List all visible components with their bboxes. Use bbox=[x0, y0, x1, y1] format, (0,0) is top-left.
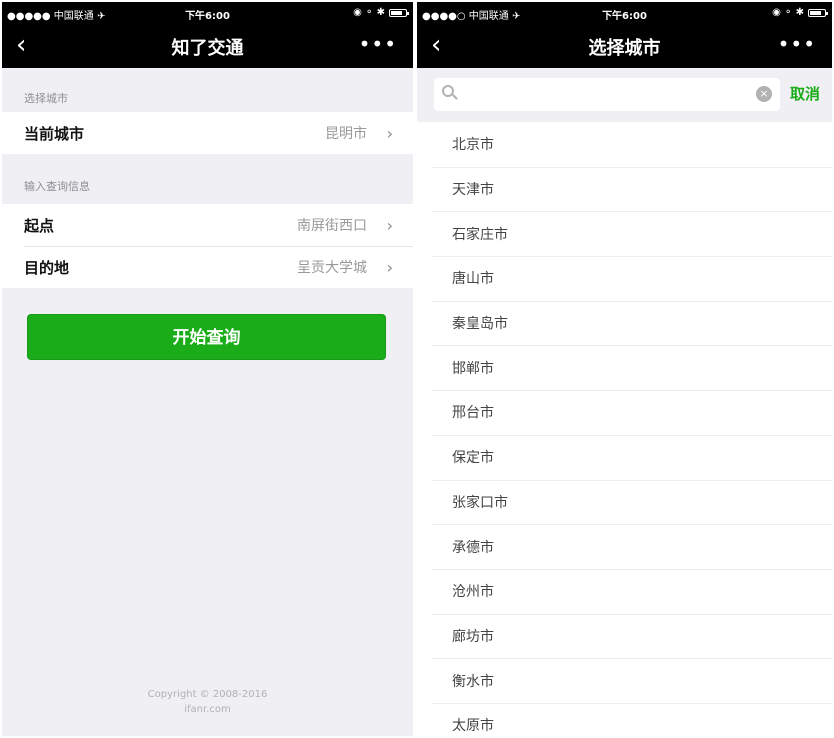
current-city-cell[interactable]: 当前城市 昆明市 › bbox=[2, 112, 413, 154]
origin-cell[interactable]: 起点 南屏街西口 › bbox=[2, 204, 413, 246]
city-list-item[interactable]: 秦皇岛市 bbox=[417, 300, 832, 346]
city-list-item[interactable]: 唐山市 bbox=[417, 256, 832, 301]
section-title-city: 选择城市 bbox=[24, 92, 68, 105]
page-title: 知了交通 bbox=[171, 38, 244, 59]
right-screen: ●●●●○ 中国联通 ✈ 下午6:00 ◉ ⚬ ✱ ‹ 选择城市 ••• × 取… bbox=[417, 2, 832, 736]
status-bar: ●●●●○ 中国联通 ✈ 下午6:00 ◉ ⚬ ✱ bbox=[417, 2, 832, 24]
cell-label: 起点 bbox=[24, 216, 55, 235]
status-icons-text: ◉ ⚬ ✱ bbox=[353, 7, 385, 18]
cell-value: 南屏街西口 bbox=[297, 218, 367, 234]
status-time: 下午6:00 bbox=[602, 11, 647, 22]
chevron-right-icon: › bbox=[386, 215, 393, 235]
search-box: × bbox=[434, 78, 780, 111]
city-list-item[interactable]: 邯郸市 bbox=[417, 345, 832, 390]
search-icon bbox=[442, 85, 454, 97]
city-list-item[interactable]: 天津市 bbox=[417, 166, 832, 212]
battery-icon bbox=[389, 8, 409, 17]
cancel-button[interactable]: 取消 bbox=[790, 78, 822, 111]
clear-icon[interactable]: × bbox=[755, 86, 772, 102]
cell-label: 当前城市 bbox=[24, 124, 85, 143]
chevron-right-icon: › bbox=[386, 123, 393, 143]
chevron-right-icon: › bbox=[386, 257, 393, 277]
status-time: 下午6:00 bbox=[185, 11, 230, 22]
city-list-item[interactable]: 石家庄市 bbox=[417, 211, 832, 256]
page-title: 选择城市 bbox=[588, 38, 661, 59]
city-list-item[interactable]: 北京市 bbox=[417, 122, 832, 167]
destination-cell[interactable]: 目的地 呈贡大学城 › bbox=[2, 246, 413, 288]
city-list-item[interactable]: 沧州市 bbox=[417, 568, 832, 614]
city-list-item[interactable]: 保定市 bbox=[417, 434, 832, 480]
status-icons-text: ◉ ⚬ ✱ bbox=[772, 7, 804, 18]
copyright-line: Copyright © 2008-2016 bbox=[147, 689, 268, 700]
city-list-item[interactable]: 衡水市 bbox=[417, 658, 832, 703]
city-list-item[interactable]: 廊坊市 bbox=[417, 613, 832, 659]
more-icon[interactable]: ••• bbox=[778, 34, 816, 54]
status-bar: ●●●●● 中国联通 ✈ 下午6:00 ◉ ⚬ ✱ bbox=[2, 2, 413, 24]
city-list-item[interactable]: 张家口市 bbox=[417, 479, 832, 525]
nav-bar: ‹ 选择城市 ••• bbox=[417, 24, 832, 68]
city-list-item[interactable]: 太原市 bbox=[417, 702, 832, 736]
cell-label: 目的地 bbox=[24, 258, 70, 277]
cell-value: 昆明市 bbox=[325, 126, 367, 142]
city-list: 北京市 天津市 石家庄市 唐山市 秦皇岛市 邯郸市 邢台市 保定市 张家口市 承德市 沧州市 廊坊市衡… bbox=[417, 122, 832, 736]
left-screen: ●●●●● 中国联通 ✈ 下午6:00 ◉ ⚬ ✱ ‹ 知了交通 ••• 选择城… bbox=[2, 2, 413, 736]
status-icons: ◉ ⚬ ✱ bbox=[772, 7, 828, 18]
city-list-item[interactable]: 承德市 bbox=[417, 524, 832, 569]
more-icon[interactable]: ••• bbox=[359, 34, 397, 54]
battery-icon bbox=[808, 8, 828, 17]
copyright: Copyright © 2008-2016 ifanr.com bbox=[2, 687, 413, 717]
cell-value: 呈贡大学城 bbox=[297, 260, 367, 276]
city-list-item[interactable]: 邢台市 bbox=[417, 390, 832, 435]
copyright-site: ifanr.com bbox=[184, 704, 231, 715]
section-title-query: 输入查询信息 bbox=[24, 180, 90, 193]
search-bar: × 取消 bbox=[417, 68, 832, 122]
start-query-button[interactable]: 开始查询 bbox=[27, 314, 386, 360]
nav-bar: ‹ 知了交通 ••• bbox=[2, 24, 413, 68]
search-input[interactable] bbox=[462, 78, 750, 111]
status-icons: ◉ ⚬ ✱ bbox=[353, 7, 409, 18]
